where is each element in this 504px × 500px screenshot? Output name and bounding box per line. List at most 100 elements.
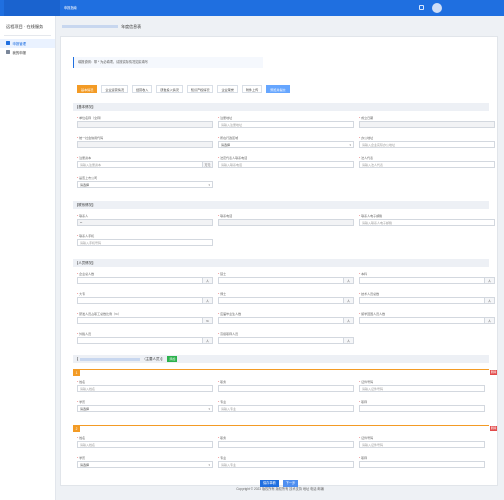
nav-link[interactable]: 申报指南 xyxy=(64,4,90,12)
sidebar-divider xyxy=(4,35,51,36)
unit-label: 万元 xyxy=(202,162,212,167)
staff-bachelor-input[interactable]: 人 xyxy=(359,277,495,284)
member-education-select[interactable]: 请选择 ▾ xyxy=(77,461,213,468)
member-title-input[interactable] xyxy=(359,461,485,468)
office-address-field: *办公地址 请输入企业实际办公地址 xyxy=(359,136,495,148)
member-position-field: *职务 xyxy=(218,436,354,448)
sidebar-item-my-apply[interactable]: 我的申报 xyxy=(0,48,55,57)
member-index: 1 xyxy=(73,370,80,376)
legal-person-field: *法人代表 请输入法人代表 xyxy=(359,156,495,168)
member-education-field: *学历 请选择 ▾ xyxy=(77,400,213,412)
tab-ip[interactable]: 知识产权情况 xyxy=(186,85,214,93)
member-id-field: *证件号码 请输入证件号码 xyxy=(359,380,485,392)
user-avatar[interactable] xyxy=(432,3,442,13)
sidebar-item-apply-manage[interactable]: 申报管理 xyxy=(0,38,55,48)
member-major-field: *专业 请输入专业 xyxy=(218,400,354,412)
step-tabs: 基本情况 企业运营情况 经营收入 研发投入情况 知识产权情况 企业荣誉 附件上传… xyxy=(77,85,290,93)
member-title-input[interactable] xyxy=(359,405,485,412)
user-name[interactable] xyxy=(444,5,500,11)
document-icon xyxy=(6,41,10,45)
sidebar-item-label: 申报管理 xyxy=(12,41,27,46)
breadcrumb: 年度信息表 xyxy=(60,24,260,30)
tab-rd[interactable]: 研发投入情况 xyxy=(156,85,183,93)
staff-college-field: *大专 人 xyxy=(77,292,213,304)
tab-revenue[interactable]: 经营收入 xyxy=(131,85,153,93)
section-basic: 【基本情况】 xyxy=(73,103,489,111)
member-name-field: *姓名 请输入姓名 xyxy=(77,436,213,448)
mobile-field: *联系人手机 请输入手机号码 xyxy=(77,234,213,246)
graduates-input[interactable]: 人 xyxy=(218,317,354,324)
office-address-input[interactable]: 请输入企业实际办公地址 xyxy=(359,141,495,148)
contact-phone-input[interactable] xyxy=(218,219,354,226)
notification-icon[interactable] xyxy=(419,5,424,10)
section-staff: 【人员情况】 xyxy=(73,259,489,267)
legal-person-input[interactable]: 请输入法人代表 xyxy=(359,161,495,168)
member-title-field: *职称 xyxy=(359,456,485,468)
contact-name-field: *联系人 ** xyxy=(77,214,213,226)
sidebar-item-label: 我的申报 xyxy=(12,50,27,55)
redacted-text xyxy=(62,25,118,29)
contact-email-input[interactable]: 请输入联系人电子邮箱 xyxy=(359,219,495,226)
member-card: 1 删除 *姓名 请输入姓名 *职务 *证件号码 请输入证件号码 *学历 请选择… xyxy=(73,369,497,425)
contact-phone-field: *联系电话 xyxy=(218,214,354,226)
senior-field: *高级职称人员 人 xyxy=(218,332,354,344)
chevron-down-icon: ▾ xyxy=(208,407,210,411)
foreign-field: *外籍人员 人 xyxy=(77,332,213,344)
page-footer: Copyright © 2023 版权所有 版权所有 技术支持 地址 电话 邮编 xyxy=(236,487,324,491)
staff-master-field: *硕士 人 xyxy=(218,272,354,284)
reg-address-input[interactable]: 请输入注册地址 xyxy=(218,121,354,128)
tab-honor[interactable]: 企业荣誉 xyxy=(217,85,238,93)
member-name-field: *姓名 请输入姓名 xyxy=(77,380,213,392)
staff-tech-field: *技术人员总数 人 xyxy=(359,292,495,304)
graduates-field: *应届毕业生人数 人 xyxy=(218,312,354,324)
staff-college-input[interactable]: 人 xyxy=(77,297,213,304)
chevron-down-icon: ▾ xyxy=(208,463,210,467)
member-major-field: *专业 请输入专业 xyxy=(218,456,354,468)
form-panel: 填报说明：带 * 为必填项，请按实际情况如实填写 基本情况 企业运营情况 经营收… xyxy=(60,36,498,486)
senior-input[interactable]: 人 xyxy=(218,337,354,344)
district-select[interactable]: 请选择 ▾ xyxy=(218,141,354,148)
district-field: *所在行政区域 请选择 ▾ xyxy=(218,136,354,148)
returnees-field: *留学回国人员人数 人 xyxy=(359,312,495,324)
returnees-input[interactable]: 人 xyxy=(359,317,495,324)
member-id-input[interactable]: 请输入证件号码 xyxy=(359,385,485,392)
add-member-button[interactable]: 添加 xyxy=(167,356,178,363)
staff-master-input[interactable]: 人 xyxy=(218,277,354,284)
reg-capital-input[interactable]: 请输入注册资本 万元 xyxy=(77,161,213,168)
delete-member-button[interactable]: 删除 xyxy=(490,370,497,375)
member-education-select[interactable]: 请选择 ▾ xyxy=(77,405,213,412)
member-name-input[interactable]: 请输入姓名 xyxy=(77,385,213,392)
member-card: 2 删除 *姓名 请输入姓名 *职务 *证件号码 请输入证件号码 *学历 请选择… xyxy=(73,425,497,481)
member-name-input[interactable]: 请输入姓名 xyxy=(77,441,213,448)
staff-total-input[interactable]: 人 xyxy=(77,277,213,284)
staff-tech-input[interactable]: 人 xyxy=(359,297,495,304)
mobile-input[interactable]: 请输入手机号码 xyxy=(77,239,213,246)
member-id-input[interactable]: 请输入证件号码 xyxy=(359,441,485,448)
member-position-input[interactable] xyxy=(218,441,354,448)
member-major-input[interactable]: 请输入专业 xyxy=(218,405,354,412)
listed-select[interactable]: 请选择 ▾ xyxy=(77,181,213,188)
member-major-input[interactable]: 请输入专业 xyxy=(218,461,354,468)
members-header: 【（主要人员）】 添加 xyxy=(73,355,489,363)
credit-code-field: *统一社会信用代码 xyxy=(77,136,213,148)
foreign-input[interactable]: 人 xyxy=(77,337,213,344)
delete-member-button[interactable]: 删除 xyxy=(490,426,497,431)
credit-code-input[interactable] xyxy=(77,141,213,148)
company-name-field: *单位名称（全称） xyxy=(77,116,213,128)
reg-date-field: *成立日期 xyxy=(359,116,495,128)
tab-attachment[interactable]: 附件上传 xyxy=(241,85,263,93)
staff-phd-input[interactable]: 人 xyxy=(218,297,354,304)
user-icon xyxy=(6,50,10,54)
company-name-input[interactable] xyxy=(77,121,213,128)
member-position-input[interactable] xyxy=(218,385,354,392)
tab-preview[interactable]: 预览并提交 xyxy=(266,85,290,93)
contact-name-input[interactable]: ** xyxy=(77,219,213,226)
contact-email-field: *联系人电子邮箱 请输入联系人电子邮箱 xyxy=(359,214,495,226)
sidebar: 远程项目 · 在线服务 申报管理 我的申报 xyxy=(0,16,56,500)
tab-operation[interactable]: 企业运营情况 xyxy=(101,85,128,93)
legal-contact-input[interactable]: 请输入联系电话 xyxy=(218,161,354,168)
reg-date-input[interactable] xyxy=(359,121,495,128)
brand-logo xyxy=(4,0,60,16)
tab-basic[interactable]: 基本情况 xyxy=(77,85,98,93)
rd-ratio-input[interactable]: % xyxy=(77,317,213,324)
